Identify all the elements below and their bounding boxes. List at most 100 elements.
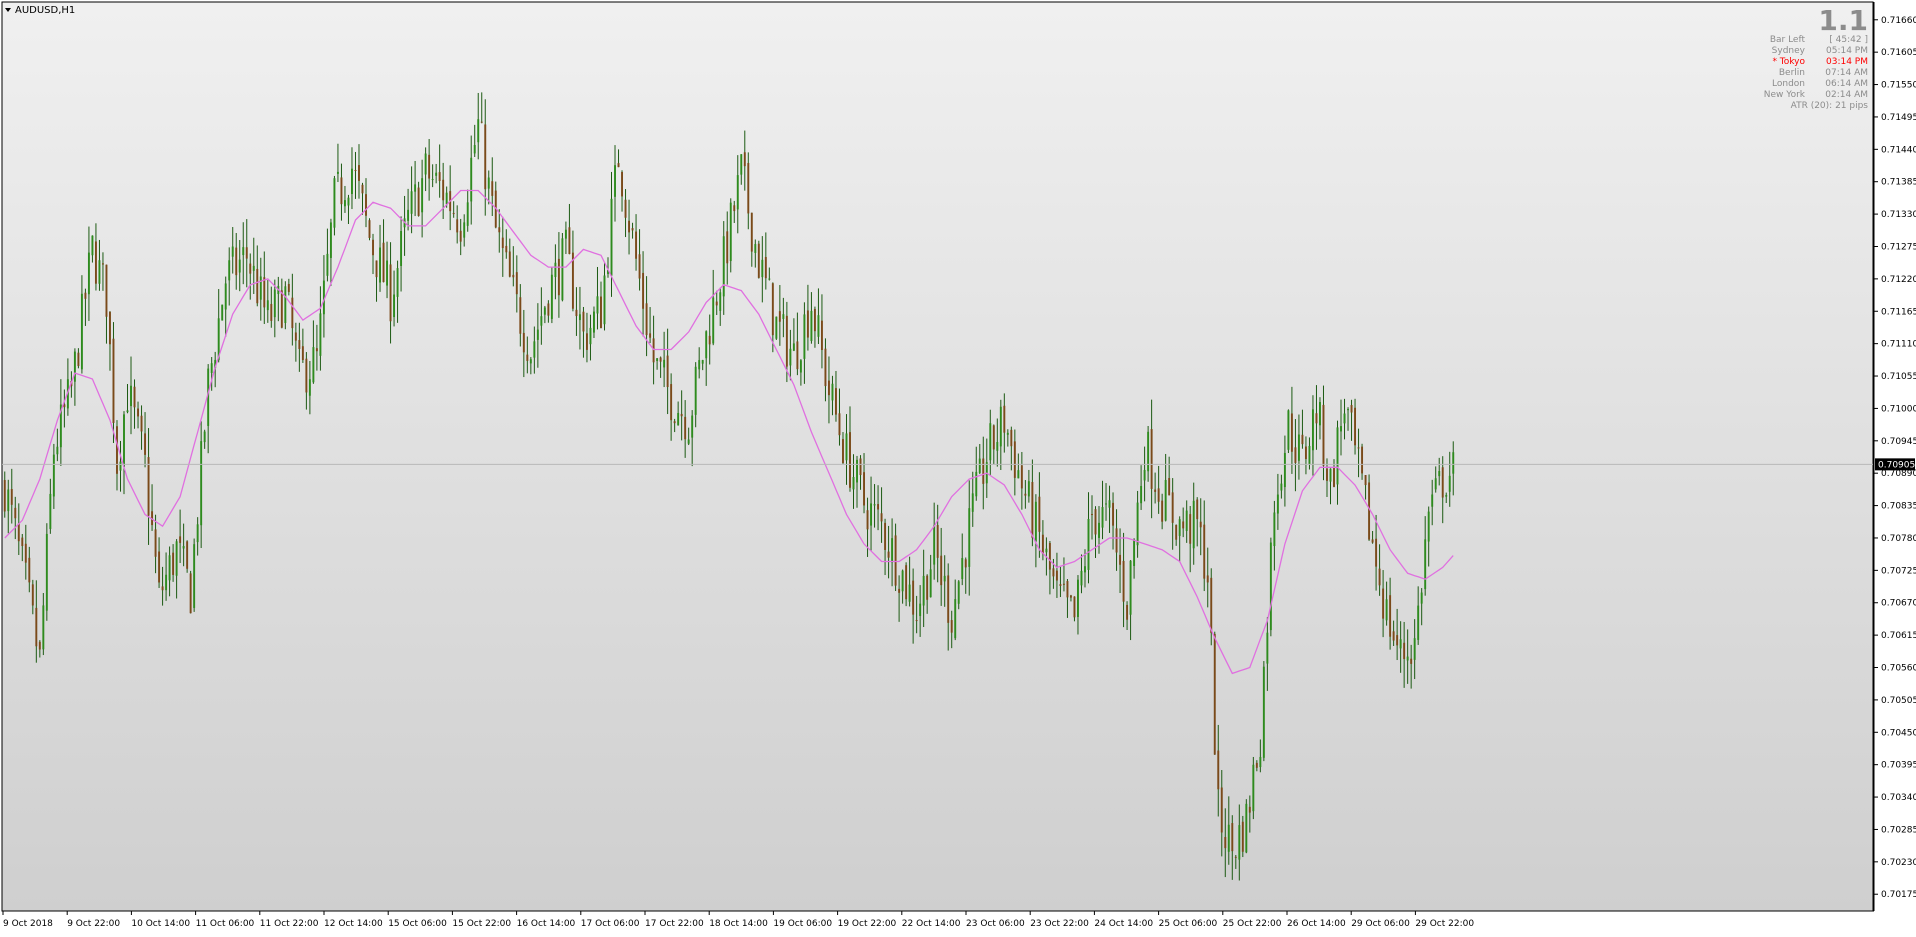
x-tick-label: 29 Oct 22:00: [1415, 919, 1474, 929]
candle-body: [687, 439, 690, 444]
candle-body: [28, 557, 31, 583]
candle-body: [806, 310, 809, 338]
candle-body: [87, 252, 90, 295]
candle-body: [992, 425, 995, 450]
candle-body: [593, 311, 595, 333]
candle-body: [726, 231, 729, 264]
candle-body: [1406, 656, 1409, 661]
candle-body: [1382, 588, 1385, 619]
candle-body: [73, 351, 76, 382]
candle-body: [470, 157, 473, 202]
candle-body: [684, 416, 687, 440]
candle-body: [487, 177, 490, 189]
candle-body: [750, 212, 753, 252]
candle-body: [1294, 447, 1297, 463]
candle-body: [1262, 666, 1265, 758]
chart-window[interactable]: 0.71660 0.71605 0.71550 0.71495 0.71440 0.713…: [0, 0, 1916, 933]
candle-body: [35, 607, 38, 647]
candle-body: [1055, 570, 1058, 581]
candle-body: [1273, 512, 1276, 547]
candle-body: [582, 311, 585, 332]
candle-body: [1269, 542, 1272, 631]
candle-body: [1452, 452, 1455, 474]
candle-body: [747, 162, 750, 214]
candle-body: [1115, 528, 1118, 553]
candle-body: [1091, 514, 1093, 516]
candle-body: [813, 308, 816, 332]
price-chart[interactable]: 0.71660 0.71605 0.71550 0.71495 0.71440 0.713…: [0, 0, 1916, 933]
candle-body: [196, 524, 199, 543]
y-tick-label: 0.70450: [1881, 728, 1916, 738]
y-tick-label: 0.71055: [1881, 372, 1916, 382]
candle-body: [1304, 446, 1307, 460]
candle-body: [1136, 502, 1139, 546]
candle-body: [109, 311, 111, 345]
candle-body: [343, 200, 346, 207]
y-tick-label: 0.71220: [1881, 275, 1916, 285]
y-tick-label: 0.70175: [1881, 890, 1916, 900]
candle-body: [315, 348, 318, 352]
candle-body: [347, 197, 350, 206]
session-time: 02:14 AM: [1825, 90, 1868, 100]
session-time: 06:14 AM: [1825, 79, 1868, 89]
candle-body: [961, 558, 964, 580]
session-label: Bar Left: [1770, 35, 1806, 45]
candle-body: [1259, 756, 1262, 768]
candle-body: [435, 172, 438, 176]
candle-body: [158, 551, 161, 583]
candle-body: [480, 121, 483, 123]
candle-body: [1077, 579, 1079, 617]
candle-body: [810, 310, 813, 342]
candle-body: [761, 259, 764, 278]
candle-body: [245, 247, 248, 259]
candle-body: [540, 316, 543, 326]
candle-body: [182, 546, 185, 549]
candle: [189, 570, 192, 614]
candle-body: [838, 413, 841, 436]
candle-body: [161, 586, 164, 591]
candle-body: [543, 307, 546, 315]
candle-body: [1350, 404, 1353, 413]
candle-body: [1073, 596, 1076, 618]
candle-body: [645, 303, 648, 336]
x-tick-label: 29 Oct 06:00: [1351, 919, 1410, 929]
plot-area: [1, 1, 1874, 912]
candle-body: [915, 620, 918, 622]
y-tick-label: 0.70945: [1881, 437, 1916, 447]
candle-body: [978, 458, 981, 473]
candle-body: [1150, 429, 1153, 489]
candle-body: [1189, 514, 1192, 544]
candle-body: [754, 244, 757, 253]
candle-body: [550, 274, 553, 319]
candle-body: [186, 541, 189, 569]
candle-body: [501, 237, 504, 249]
candle-body: [105, 264, 108, 317]
symbol-title[interactable]: AUDUSD,H1: [5, 5, 75, 16]
candle-body: [77, 352, 80, 367]
candle-body: [666, 355, 669, 388]
candle-body: [477, 119, 480, 143]
candle-body: [393, 294, 396, 318]
x-tick-label: 26 Oct 14:00: [1287, 919, 1346, 929]
candle-body: [975, 471, 978, 497]
candle: [1252, 756, 1255, 820]
candle-body: [112, 338, 115, 423]
candle-body: [796, 341, 799, 370]
candle-body: [463, 222, 466, 238]
candle-body: [52, 454, 55, 497]
candle-body: [557, 258, 560, 296]
candle-body: [1122, 560, 1125, 602]
candle-body: [638, 254, 641, 279]
candle-body: [252, 265, 255, 271]
candle-body: [249, 263, 252, 274]
candle-body: [603, 275, 606, 325]
candle-body: [7, 489, 10, 512]
candle-body: [165, 574, 168, 591]
candle-body: [1031, 481, 1034, 538]
candle-body: [400, 230, 403, 266]
candle-body: [438, 172, 441, 181]
candle-body: [533, 341, 536, 358]
candle-body: [1013, 441, 1016, 478]
candle-body: [859, 458, 862, 476]
y-tick-label: 0.71110: [1881, 340, 1916, 350]
